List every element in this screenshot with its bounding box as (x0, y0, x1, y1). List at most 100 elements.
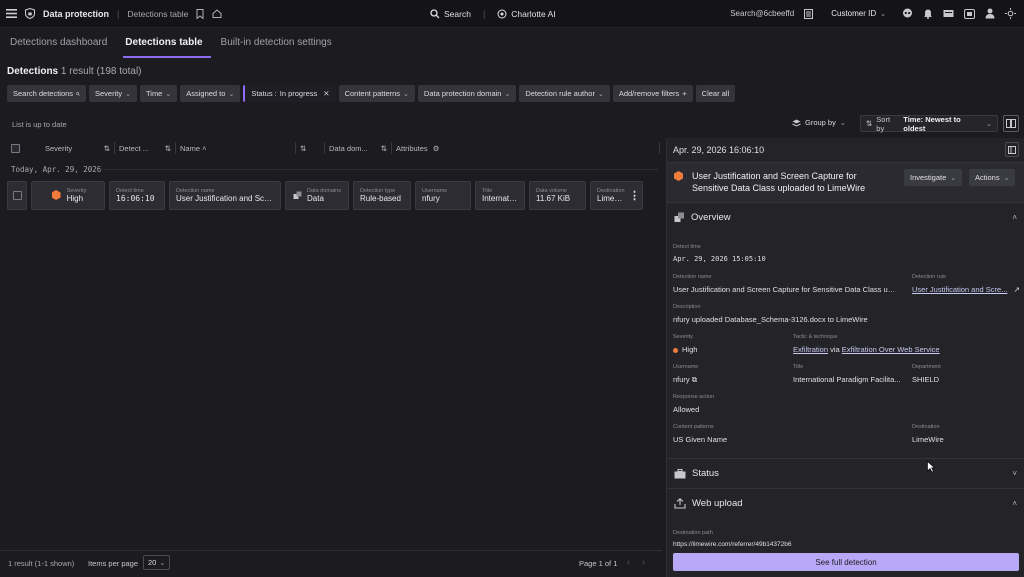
sort-up-icon[interactable]: ˄ (202, 144, 206, 153)
group-by-dropdown[interactable]: Group by ⌄ (792, 118, 846, 127)
tab-detections-dashboard[interactable]: Detections dashboard (8, 33, 115, 58)
breadcrumb-page[interactable]: Detections table (127, 9, 188, 19)
column-detect-time[interactable]: Detect ... ⇅ (115, 142, 176, 154)
close-icon[interactable]: ✕ (323, 89, 329, 98)
web-upload-section-header[interactable]: Web upload ˄ (667, 488, 1024, 518)
breadcrumb-separator: | (117, 8, 120, 19)
sort-icon[interactable]: ⇅ (104, 144, 110, 153)
external-link-icon[interactable]: ↗ (1014, 285, 1020, 294)
detection-rule-author-filter[interactable]: Detection rule author ⌄ (519, 85, 610, 102)
charlotte-ai-button[interactable]: Charlotte AI (497, 9, 556, 19)
sort-icon[interactable]: ⇅ (300, 144, 306, 153)
response-action-value: Allowed (673, 405, 700, 414)
username-value: nfury (673, 375, 690, 384)
investigate-button[interactable]: Investigate ⌄ (904, 169, 963, 186)
next-page-icon[interactable]: › (642, 557, 645, 567)
document-icon[interactable] (804, 8, 814, 19)
field-label: Description (673, 304, 701, 310)
severity-filter[interactable]: Severity ⌄ (89, 85, 137, 102)
add-remove-filters-button[interactable]: Add/remove filters + (612, 85, 693, 102)
panel-icon (1008, 145, 1016, 154)
search-detections-input[interactable]: Search detections (7, 85, 86, 102)
search-icon (76, 91, 80, 96)
prev-page-icon[interactable]: ‹ (627, 557, 630, 567)
home-icon[interactable] (212, 9, 222, 18)
web-upload-title: Web upload (692, 498, 743, 509)
clear-all-label: Clear all (701, 89, 730, 98)
assigned-to-filter[interactable]: Assigned to ⌄ (180, 85, 241, 102)
chevron-down-icon: ⌄ (228, 90, 235, 98)
actions-label: Actions (975, 173, 1000, 182)
department-value: SHIELD (912, 375, 940, 384)
copy-icon[interactable]: ⧉ (692, 375, 697, 384)
grid-app-icon[interactable] (964, 8, 975, 19)
global-search-button[interactable]: Search (430, 9, 471, 19)
user-icon[interactable] (985, 8, 995, 19)
messages-icon[interactable] (943, 9, 954, 19)
status-filter[interactable]: Status : In progress ✕ (243, 85, 336, 102)
table-row[interactable]: Severity High Detect time 16:06:10 Detec… (7, 180, 643, 210)
status-filter-key: Status : (251, 89, 277, 98)
column-data-domain-label: Data dom... (329, 143, 368, 153)
bell-icon[interactable] (923, 8, 933, 19)
sort-icon[interactable]: ⇅ (165, 144, 171, 153)
tactic-technique-value: Exfiltration via Exfiltration Over Web S… (793, 345, 940, 354)
see-full-detection-button[interactable]: See full detection (673, 553, 1019, 571)
column-name[interactable]: Name ˄ (176, 142, 296, 154)
status-section-header[interactable]: Status ˅ (667, 458, 1024, 488)
status-title: Status (692, 468, 719, 479)
sort-by-dropdown[interactable]: ⇅ Sort by Time: Newest to oldest ⌄ (860, 115, 998, 133)
row-checkbox[interactable] (12, 190, 22, 200)
items-per-page-select[interactable]: 20 ⌄ (143, 555, 171, 570)
app-title[interactable]: Data protection (43, 9, 109, 19)
detection-rule-link-wrap[interactable]: User Justification and Scre... ↗ (912, 285, 1020, 294)
field-label: Detection name (673, 274, 712, 280)
column-severity[interactable]: Severity ⇅ (29, 142, 115, 154)
bookmark-icon[interactable] (196, 8, 204, 19)
tab-built-in-detection-settings[interactable]: Built-in detection settings (219, 33, 340, 58)
list-status: List is up to date (12, 120, 67, 129)
clear-all-button[interactable]: Clear all (695, 85, 736, 102)
theme-toggle-icon[interactable] (1005, 8, 1016, 19)
detect-time-value: Apr. 29, 2026 15:05:10 (673, 255, 766, 263)
field-label: Response action (673, 394, 714, 400)
chevron-up-icon[interactable]: ˄ (1012, 213, 1017, 222)
technique-link[interactable]: Exfiltration Over Web Service (842, 345, 940, 354)
more-options-icon[interactable]: ⋮ (629, 189, 640, 202)
customer-id-label: Customer ID (831, 9, 877, 18)
column-attributes[interactable]: Attributes ⚙ (392, 142, 660, 154)
chevron-down-icon: ⌄ (1003, 174, 1010, 182)
split-view-toggle[interactable] (1003, 115, 1019, 132)
time-filter[interactable]: Time ⌄ (139, 85, 178, 102)
collapse-panel-button[interactable] (1005, 142, 1019, 157)
data-protection-domain-filter[interactable]: Data protection domain ⌄ (417, 85, 517, 102)
group-by-label: Group by (805, 118, 836, 127)
column-data-domain[interactable]: Data dom... ⇅ (325, 142, 392, 154)
detection-rule-link[interactable]: User Justification and Scre... (912, 285, 1007, 294)
overview-section-header[interactable]: Overview ˄ (667, 202, 1024, 232)
results-shown: 1 result (1-1 shown) (8, 559, 75, 568)
chevron-up-icon[interactable]: ˄ (1012, 499, 1017, 508)
tab-detections-table[interactable]: Detections table (123, 33, 211, 58)
detect-time-cell-value: 16:06:10 (116, 193, 155, 203)
data-volume-cell: Data volume 11.67 KiB (529, 180, 586, 210)
severity-filter-label: Severity (95, 89, 123, 98)
detection-type-cell-value: Rule-based (360, 193, 401, 203)
customer-id-dropdown[interactable]: Customer ID ⌄ (831, 9, 886, 18)
content-patterns-filter[interactable]: Content patterns ⌄ (338, 85, 415, 102)
search-account[interactable]: Search@6cbeeffd (730, 9, 794, 18)
skull-icon[interactable] (902, 8, 913, 19)
gear-icon[interactable]: ⚙ (433, 144, 440, 153)
sort-icon[interactable]: ⇅ (381, 144, 387, 153)
chevron-down-icon[interactable]: ˅ (1012, 469, 1017, 478)
destination-cell-value: LimeWire (597, 193, 625, 203)
content-patterns-value: US Given Name (673, 435, 728, 444)
actions-button[interactable]: Actions ⌄ (969, 169, 1016, 186)
select-all-checkbox[interactable] (11, 143, 20, 153)
time-filter-label: Time (145, 89, 163, 98)
cubes-icon (674, 212, 684, 222)
tactic-link[interactable]: Exfiltration (793, 345, 828, 354)
panel-timestamp: Apr. 29, 2026 16:06:10 (673, 145, 765, 155)
column-name-label: Name (180, 143, 201, 153)
hamburger-menu-icon[interactable] (6, 9, 17, 18)
